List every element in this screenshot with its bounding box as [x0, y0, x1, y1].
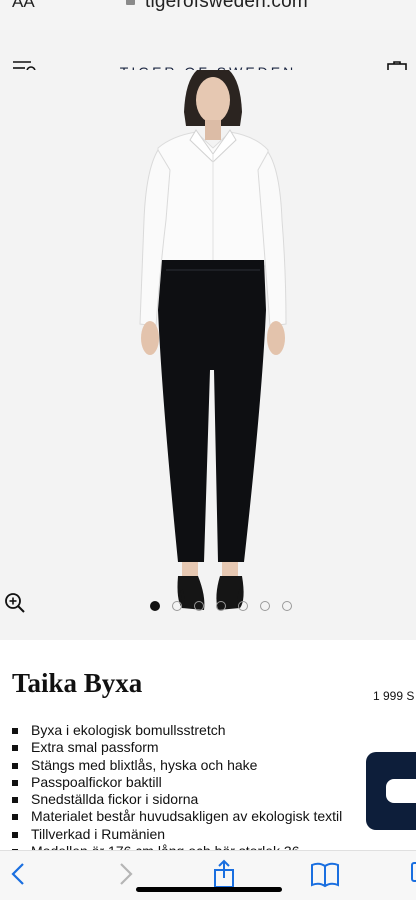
- gallery-dot[interactable]: [194, 601, 204, 611]
- product-image-gallery[interactable]: [0, 70, 416, 640]
- feature-item: Stängs med blixtlås, hyska och hake: [12, 757, 412, 774]
- gallery-dot[interactable]: [282, 601, 292, 611]
- home-indicator: [136, 887, 282, 892]
- feature-item: Materialet består huvudsakligen av ekolo…: [12, 808, 412, 825]
- gallery-dot[interactable]: [216, 601, 226, 611]
- gallery-pagination[interactable]: [150, 601, 292, 611]
- text-size-button[interactable]: AA: [12, 0, 35, 12]
- chat-icon: [386, 779, 416, 803]
- share-icon[interactable]: [209, 859, 239, 889]
- product-price: 1 999 S: [373, 689, 415, 703]
- product-features-list: Byxa i ekologisk bomullsstretch Extra sm…: [12, 722, 412, 860]
- url-text[interactable]: tigerofsweden.com: [145, 0, 308, 13]
- feature-item: Extra smal passform: [12, 739, 412, 756]
- browser-toolbar: [0, 850, 416, 900]
- feature-item: Tillverkad i Rumänien: [12, 826, 412, 843]
- gallery-dot[interactable]: [260, 601, 270, 611]
- browser-address-bar[interactable]: AA tigerofsweden.com: [0, 0, 416, 30]
- lock-icon: [126, 0, 135, 5]
- feature-item: Snedställda fickor i sidorna: [12, 791, 412, 808]
- zoom-in-icon[interactable]: [4, 592, 26, 614]
- back-icon[interactable]: [4, 859, 34, 889]
- tabs-icon[interactable]: [406, 859, 416, 889]
- gallery-dot[interactable]: [172, 601, 182, 611]
- bookmarks-icon[interactable]: [310, 859, 340, 889]
- product-photo: [139, 70, 287, 610]
- chat-button[interactable]: [366, 752, 416, 830]
- feature-item: Passpoalfickor baktill: [12, 774, 412, 791]
- feature-item: Byxa i ekologisk bomullsstretch: [12, 722, 412, 739]
- gallery-dot[interactable]: [238, 601, 248, 611]
- gallery-dot[interactable]: [150, 601, 160, 611]
- product-title: Taika Byxa: [12, 668, 143, 698]
- forward-icon[interactable]: [110, 859, 140, 889]
